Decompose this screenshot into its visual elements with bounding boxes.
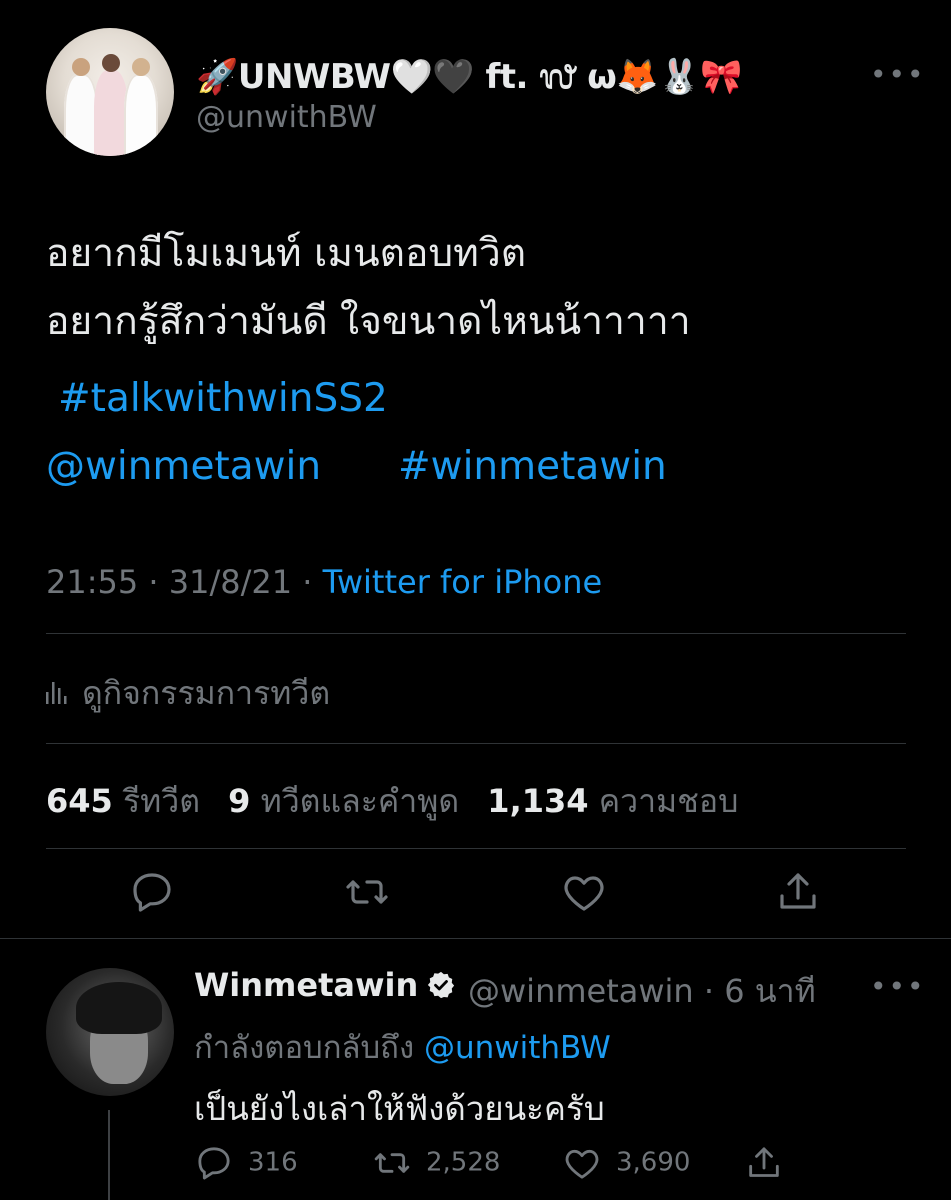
tweet-text-line-1: อยากมีโมเมนท์ เมนตอบทวิต (46, 231, 527, 276)
reply-icon (198, 1147, 230, 1180)
divider (46, 848, 906, 849)
retweet-icon (343, 880, 391, 920)
divider (46, 633, 906, 634)
like-label[interactable]: ความชอบ (599, 782, 739, 820)
reply-like-button[interactable]: 3,690 (562, 1143, 690, 1183)
analytics-icon (46, 676, 68, 714)
retweet-button[interactable] (343, 868, 391, 920)
tweet-meta: 21:55 · 31/8/21 · Twitter for iPhone (46, 563, 602, 601)
reply-share-button[interactable] (744, 1143, 798, 1183)
hashtag-link[interactable]: #talkwithwinSS2 (58, 376, 388, 421)
quote-count[interactable]: 9 (228, 782, 250, 820)
retweet-count[interactable]: 645 (46, 782, 113, 820)
reply-button[interactable] (128, 868, 176, 920)
tweet-stats: 645 รีทวีต 9 ทวีตและคำพูด 1,134 ความชอบ (46, 776, 756, 827)
view-activity-label: ดูกิจกรรมการทวีต (82, 674, 331, 712)
replying-to: กำลังตอบกลับถึง @unwithBW (194, 1022, 611, 1072)
like-icon (565, 1149, 599, 1179)
reply-author-name[interactable]: Winmetawin (194, 966, 456, 1008)
share-icon (774, 873, 822, 920)
share-button[interactable] (774, 868, 822, 920)
like-icon (560, 876, 608, 920)
thread-connector (108, 1110, 110, 1200)
hashtag-link-2[interactable]: #winmetawin (398, 444, 667, 489)
retweet-label[interactable]: รีทวีต (123, 782, 200, 820)
reply-retweet-button[interactable]: 2,528 (372, 1143, 500, 1183)
view-tweet-activity[interactable]: ดูกิจกรรมการทวีต (46, 668, 330, 719)
reply-reply-count: 316 (248, 1147, 298, 1178)
reply-like-count: 3,690 (616, 1147, 691, 1178)
reply-handle-time[interactable]: @winmetawin · 6 นาที (468, 966, 816, 1017)
reply-retweet-count: 2,528 (426, 1147, 501, 1178)
reply-author-avatar[interactable] (46, 968, 174, 1096)
divider (46, 743, 906, 744)
retweet-icon (374, 1153, 410, 1173)
tweet-timestamp[interactable]: 21:55 · 31/8/21 · (46, 563, 323, 601)
tweet-text-line-2: อยากรู้สึกว่ามันดี ใจขนาดไหนน้าาาาา (46, 299, 691, 344)
like-count[interactable]: 1,134 (487, 782, 588, 820)
author-avatar[interactable] (46, 28, 174, 156)
reply-icon (128, 873, 176, 920)
reply-text: เป็นยังไงเล่าให้ฟังด้วยนะครับ (194, 1089, 605, 1128)
quote-label[interactable]: ทวีตและคำพูด (261, 782, 460, 820)
more-icon[interactable]: ••• (870, 58, 926, 91)
mention-link[interactable]: @winmetawin (46, 444, 321, 489)
replying-to-link[interactable]: @unwithBW (424, 1030, 611, 1066)
divider (0, 938, 951, 939)
reply-reply-button[interactable]: 316 (194, 1143, 298, 1183)
share-icon (749, 1147, 779, 1177)
verified-icon (426, 970, 456, 1008)
like-button[interactable] (560, 868, 608, 920)
tweet-source-link[interactable]: Twitter for iPhone (323, 563, 603, 601)
reply-display-name[interactable]: Winmetawin (194, 966, 418, 1004)
more-icon[interactable]: ••• (870, 970, 926, 1003)
replying-prefix: กำลังตอบกลับถึง (194, 1030, 424, 1066)
author-handle[interactable]: @unwithBW (196, 100, 377, 135)
